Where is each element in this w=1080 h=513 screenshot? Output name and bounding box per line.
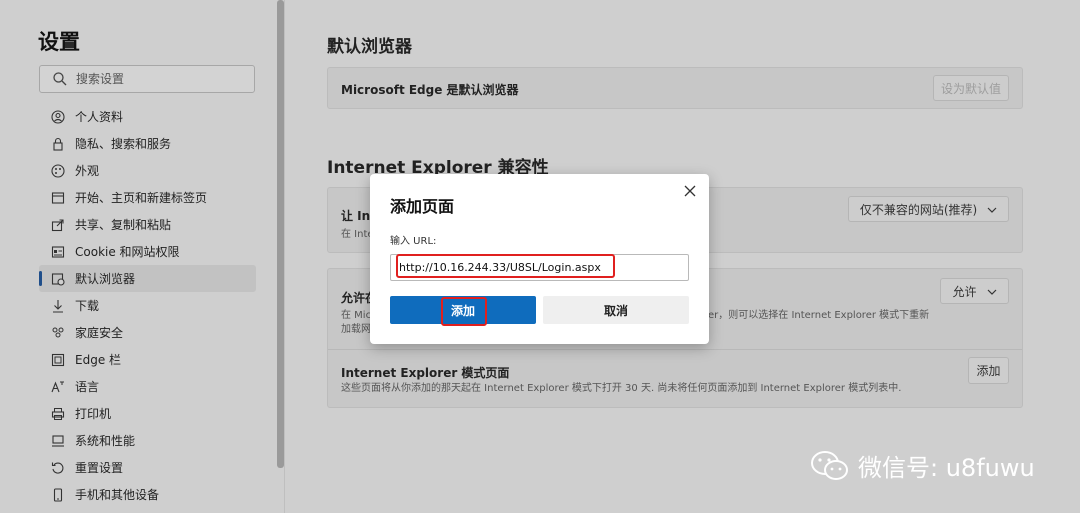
- sidebar-item-label: Edge 栏: [75, 353, 122, 367]
- default-browser-card: Microsoft Edge 是默认浏览器 设为默认值: [327, 67, 1023, 109]
- ie-reload-select[interactable]: 允许: [940, 278, 1009, 304]
- edge-bar-icon: [51, 353, 65, 367]
- settings-sidebar: 设置 个人资料 隐私、搜索和服务 外观 开始、主页和新建标签页 共享、复制和粘贴: [0, 0, 284, 513]
- sidebar-item-label: Cookie 和网站权限: [75, 245, 180, 259]
- dialog-title: 添加页面: [390, 197, 455, 216]
- system-icon: [51, 434, 65, 448]
- url-label: 输入 URL:: [390, 236, 437, 247]
- search-box[interactable]: [39, 65, 255, 93]
- ie-reload-desc-left: 在 Mic: [341, 310, 372, 321]
- share-icon: [51, 218, 65, 232]
- default-browser-status: Microsoft Edge 是默认浏览器: [341, 83, 519, 97]
- sidebar-item-label: 打印机: [75, 407, 112, 421]
- close-icon[interactable]: [682, 183, 698, 199]
- select-value: 允许: [952, 284, 977, 299]
- sidebar-item-label: 外观: [75, 164, 100, 178]
- sidebar-item-label: 手机和其他设备: [75, 488, 160, 502]
- profile-icon: [51, 109, 65, 124]
- sidebar-item-label: 默认浏览器: [75, 272, 136, 286]
- sidebar-item-label: 语言: [75, 380, 100, 394]
- ie-mode-pages-desc: 这些页面将从你添加的那天起在 Internet Explorer 模式下打开 3…: [341, 383, 902, 394]
- home-tab-icon: [51, 191, 65, 205]
- search-icon: [52, 71, 68, 87]
- add-page-button[interactable]: 添加: [968, 357, 1009, 384]
- ie-open-sites-desc: 在 Inte: [341, 229, 374, 240]
- default-browser-icon: [51, 272, 65, 286]
- sidebar-item-printer[interactable]: 打印机: [39, 400, 256, 427]
- sidebar-item-label: 个人资料: [75, 110, 124, 124]
- sidebar-item-phone[interactable]: 手机和其他设备: [39, 481, 256, 508]
- sidebar-item-downloads[interactable]: 下载: [39, 292, 256, 319]
- wechat-watermark: 微信号: u8fuwu: [810, 448, 1035, 483]
- sidebar-item-system[interactable]: 系统和性能: [39, 427, 256, 454]
- search-input[interactable]: [76, 69, 246, 89]
- ie-reload-desc-line2: 加载网: [341, 324, 371, 335]
- default-browser-heading: 默认浏览器: [327, 37, 412, 57]
- sidebar-item-appearance[interactable]: 外观: [39, 157, 256, 184]
- sidebar-item-profile[interactable]: 个人资料: [39, 103, 256, 130]
- wechat-icon: [810, 449, 850, 483]
- add-button[interactable]: 添加: [390, 296, 536, 324]
- sidebar-item-label: 家庭安全: [75, 326, 124, 340]
- ie-mode-pages-title: Internet Explorer 模式页面: [341, 366, 510, 380]
- settings-title: 设置: [38, 30, 80, 54]
- cancel-button[interactable]: 取消: [543, 296, 689, 324]
- ie-open-sites-select[interactable]: 仅不兼容的网站(推荐): [848, 196, 1009, 222]
- sidebar-item-label: 下载: [75, 299, 100, 313]
- sidebar-item-label: 系统和性能: [75, 434, 136, 448]
- cookie-permissions-icon: [51, 245, 65, 259]
- sidebar-item-default-browser[interactable]: 默认浏览器: [39, 265, 256, 292]
- sidebar-item-edge-bar[interactable]: Edge 栏: [39, 346, 256, 373]
- add-page-dialog: 添加页面 输入 URL: 添加 取消: [370, 174, 709, 344]
- language-icon: [51, 380, 65, 394]
- url-input[interactable]: [390, 254, 689, 281]
- sidebar-item-label: 重置设置: [75, 461, 124, 475]
- select-value: 仅不兼容的网站(推荐): [859, 202, 978, 217]
- reset-icon: [51, 461, 65, 475]
- card-divider: [328, 349, 1022, 350]
- sidebar-item-share[interactable]: 共享、复制和粘贴: [39, 211, 256, 238]
- sidebar-item-family[interactable]: 家庭安全: [39, 319, 256, 346]
- download-icon: [51, 299, 65, 313]
- phone-icon: [51, 487, 65, 502]
- settings-nav: 个人资料 隐私、搜索和服务 外观 开始、主页和新建标签页 共享、复制和粘贴 Co…: [39, 103, 256, 508]
- appearance-icon: [51, 163, 65, 178]
- chevron-down-icon: [987, 204, 997, 214]
- sidebar-item-start-home[interactable]: 开始、主页和新建标签页: [39, 184, 256, 211]
- watermark-text: 微信号: u8fuwu: [858, 454, 1035, 482]
- sidebar-item-label: 开始、主页和新建标签页: [75, 191, 208, 205]
- chevron-down-icon: [987, 286, 997, 296]
- sidebar-item-label: 隐私、搜索和服务: [75, 137, 172, 151]
- ie-reload-desc-right: er，则可以选择在 Internet Explorer 模式下重新: [708, 310, 930, 321]
- sidebar-item-language[interactable]: 语言: [39, 373, 256, 400]
- make-default-button[interactable]: 设为默认值: [933, 75, 1009, 101]
- printer-icon: [51, 407, 65, 421]
- sidebar-item-reset[interactable]: 重置设置: [39, 454, 256, 481]
- sidebar-item-cookies[interactable]: Cookie 和网站权限: [39, 238, 256, 265]
- sidebar-item-privacy[interactable]: 隐私、搜索和服务: [39, 130, 256, 157]
- sidebar-item-label: 共享、复制和粘贴: [75, 218, 172, 232]
- lock-icon: [51, 137, 65, 151]
- family-icon: [51, 326, 65, 340]
- sidebar-scrollbar[interactable]: [277, 0, 284, 468]
